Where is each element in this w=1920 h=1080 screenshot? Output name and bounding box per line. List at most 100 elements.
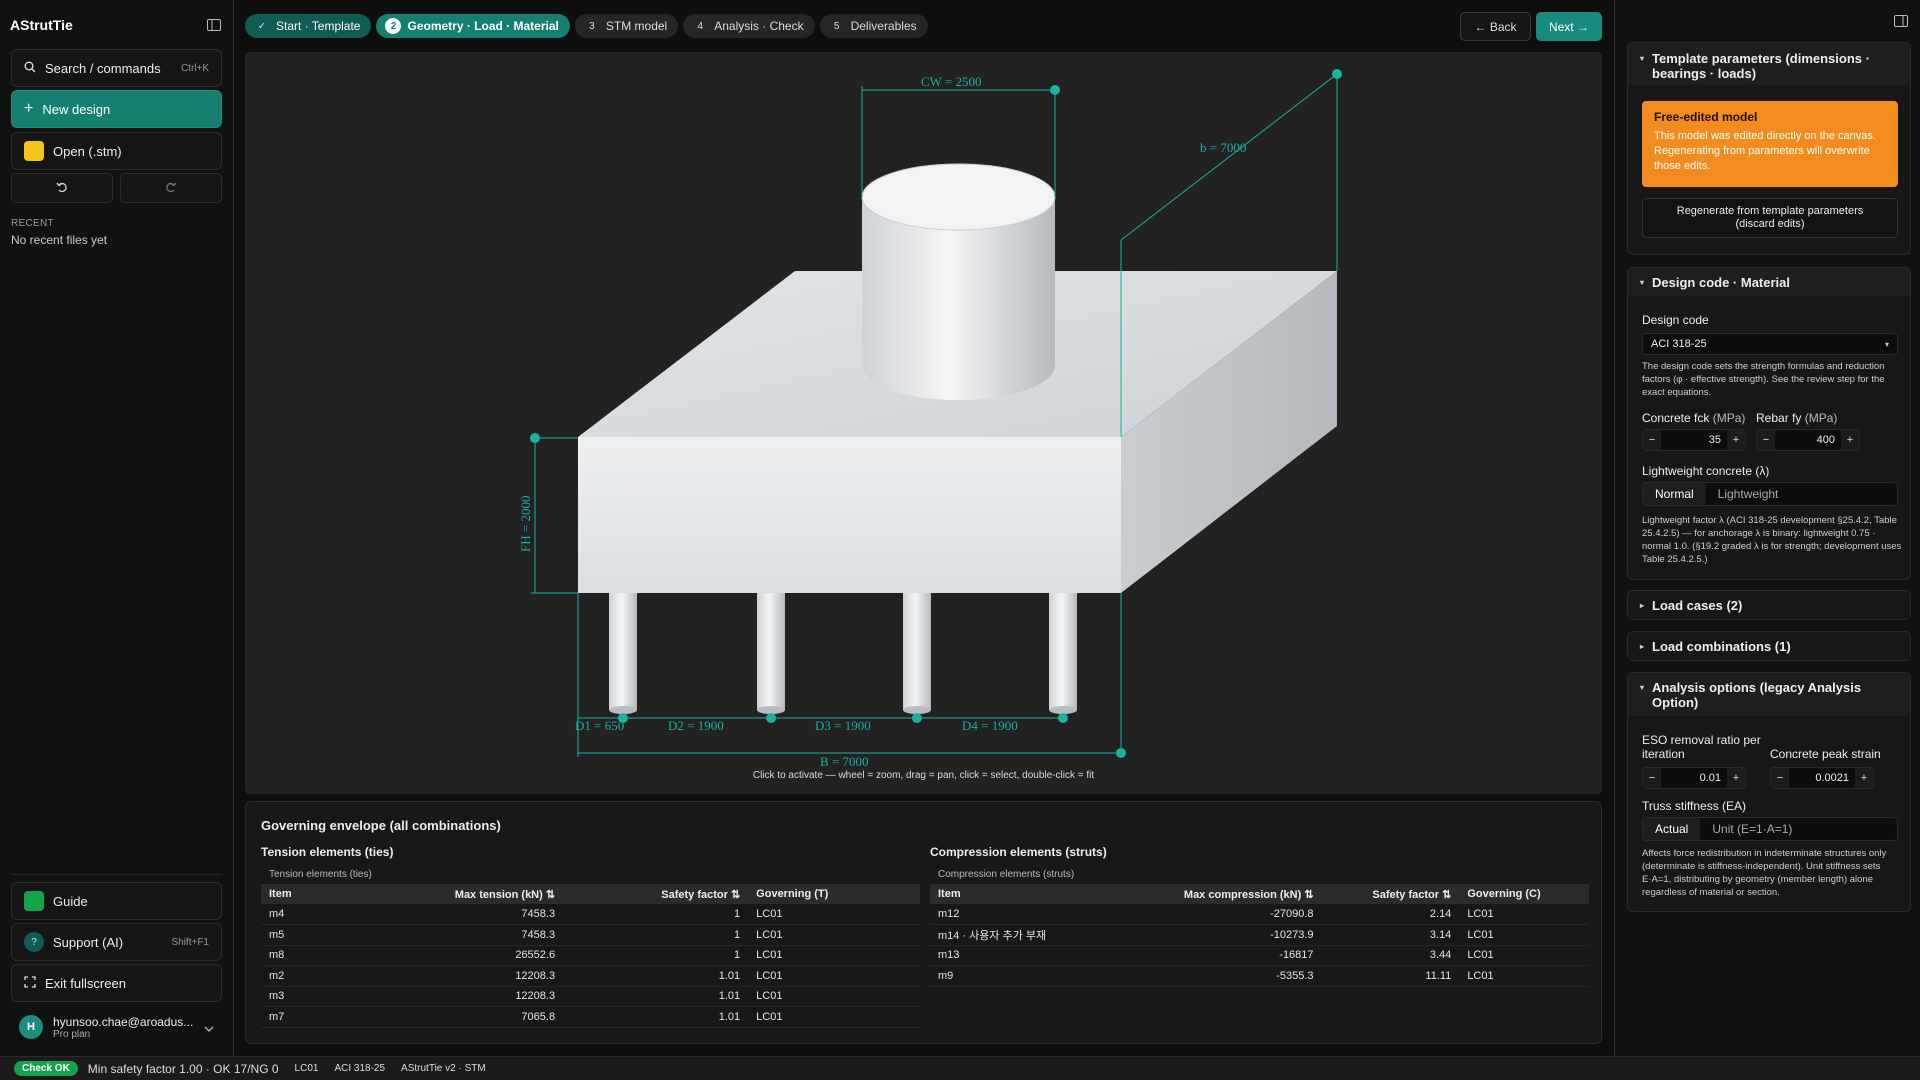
table-row[interactable]: m2 12208.3 1.01 LC01 bbox=[261, 965, 920, 987]
lightweight-normal-option[interactable]: Normal bbox=[1643, 483, 1706, 505]
open-file-button[interactable]: Open (.stm) bbox=[11, 132, 222, 170]
undo-button[interactable] bbox=[11, 173, 113, 203]
plus-icon[interactable]: + bbox=[1841, 430, 1859, 450]
panel-toggle-icon[interactable] bbox=[1894, 15, 1908, 30]
cell: LC01 bbox=[1459, 924, 1589, 946]
step-deliverables[interactable]: 5 Deliverables bbox=[819, 14, 928, 38]
new-design-button[interactable]: + New design bbox=[11, 90, 222, 128]
user-info: hyunsoo.chae@aroadus... Pro plan bbox=[53, 1015, 204, 1040]
cell: 7065.8 bbox=[336, 1006, 564, 1028]
plus-icon[interactable]: + bbox=[1855, 768, 1873, 788]
step-stm-model[interactable]: 3 STM model bbox=[574, 14, 679, 38]
plus-icon[interactable]: + bbox=[1727, 430, 1745, 450]
support-button[interactable]: ? Support (AI) Shift+F1 bbox=[11, 923, 222, 961]
cell: -10273.9 bbox=[1110, 924, 1322, 946]
table-row[interactable]: m12 -27090.8 2.14 LC01 bbox=[930, 904, 1589, 925]
table-row[interactable]: m5 7458.3 1 LC01 bbox=[261, 924, 920, 946]
fy-stepper[interactable]: −400 + bbox=[1756, 429, 1860, 451]
fy-unit: (MPa) bbox=[1804, 411, 1838, 425]
load-combinations-header[interactable]: ▸ Load combinations (1) bbox=[1628, 632, 1910, 660]
analysis-options-card: ▾ Analysis options (legacy Analysis Opti… bbox=[1627, 672, 1911, 912]
table-row[interactable]: m13 -16817 3.44 LC01 bbox=[930, 945, 1589, 966]
next-button[interactable]: Next → bbox=[1536, 12, 1602, 41]
step-analysis-check[interactable]: 4 Analysis · Check bbox=[683, 14, 815, 38]
col-safety-factor[interactable]: Safety factor ⇅ bbox=[1321, 884, 1460, 904]
design-code-header[interactable]: ▾ Design code · Material bbox=[1628, 268, 1910, 296]
step-number: 4 bbox=[697, 20, 703, 32]
piles[interactable] bbox=[609, 592, 1077, 714]
step-start-template[interactable]: ✓ Start · Template bbox=[245, 14, 372, 38]
eso-stepper[interactable]: −0.01 + bbox=[1642, 767, 1746, 789]
col-safety-factor[interactable]: Safety factor ⇅ bbox=[563, 884, 749, 904]
peak-strain-value[interactable]: 0.0021 bbox=[1789, 772, 1855, 784]
col-governing[interactable]: Governing (C) bbox=[1459, 884, 1589, 904]
stiffness-unit-option[interactable]: Unit (E=1·A=1) bbox=[1700, 818, 1804, 840]
design-code-label: Design code bbox=[1642, 313, 1709, 327]
model-canvas[interactable]: CW = 2500 b = 7000 FH = 2000 D1 = 650 D2… bbox=[245, 52, 1602, 794]
results-title: Governing envelope (all combinations) bbox=[261, 818, 501, 833]
footing-3d-view[interactable]: CW = 2500 b = 7000 FH = 2000 D1 = 650 D2… bbox=[245, 52, 1602, 794]
search-label: Search / commands bbox=[45, 60, 161, 76]
design-code-title: Design code · Material bbox=[1652, 274, 1790, 290]
col-max-tension[interactable]: Max tension (kN) ⇅ bbox=[336, 884, 564, 904]
design-code-select[interactable]: ACI 318-25 ▾ bbox=[1642, 333, 1898, 355]
fy-value[interactable]: 400 bbox=[1775, 434, 1841, 446]
cell: m4 bbox=[261, 904, 337, 925]
col-governing[interactable]: Governing (T) bbox=[748, 884, 920, 904]
truss-stiffness-toggle[interactable]: Actual Unit (E=1·A=1) bbox=[1642, 817, 1898, 841]
table-row[interactable]: m8 26552.6 1 LC01 bbox=[261, 945, 920, 966]
template-params-header[interactable]: ▾ Template parameters (dimensions · bear… bbox=[1628, 43, 1910, 85]
new-design-label: New design bbox=[42, 101, 111, 117]
table-row[interactable]: m3 12208.3 1.01 LC01 bbox=[261, 986, 920, 1007]
cell: m3 bbox=[261, 986, 337, 1007]
plus-icon: + bbox=[24, 100, 34, 117]
column[interactable] bbox=[861, 163, 1056, 400]
lightweight-toggle[interactable]: Normal Lightweight bbox=[1642, 482, 1898, 506]
exit-fullscreen-button[interactable]: Exit fullscreen bbox=[11, 964, 222, 1002]
open-file-label: Open (.stm) bbox=[53, 143, 122, 159]
help-icon: ? bbox=[24, 932, 44, 952]
guide-button[interactable]: Guide bbox=[11, 882, 222, 920]
minus-icon[interactable]: − bbox=[1757, 430, 1775, 450]
plus-icon[interactable]: + bbox=[1727, 768, 1745, 788]
table-row[interactable]: m14 · 사용자 추가 부재 -10273.9 3.14 LC01 bbox=[930, 924, 1589, 946]
col-item[interactable]: Item bbox=[930, 884, 1111, 904]
col-item[interactable]: Item bbox=[261, 884, 337, 904]
minus-icon[interactable]: − bbox=[1771, 768, 1789, 788]
load-cases-card[interactable]: ▸ Load cases (2) bbox=[1627, 590, 1911, 620]
col-max-compression[interactable]: Max compression (kN) ⇅ bbox=[1110, 884, 1322, 904]
caret-down-icon: ▾ bbox=[1640, 277, 1645, 287]
stiffness-actual-option[interactable]: Actual bbox=[1643, 818, 1701, 840]
sidebar-toggle-icon[interactable] bbox=[205, 16, 223, 34]
step-label: Geometry · Load · Material bbox=[407, 19, 559, 33]
warning-body: This model was edited directly on the ca… bbox=[1654, 130, 1876, 172]
regenerate-button[interactable]: Regenerate from template parameters (dis… bbox=[1642, 198, 1898, 238]
minus-icon[interactable]: − bbox=[1643, 430, 1661, 450]
load-cases-header[interactable]: ▸ Load cases (2) bbox=[1628, 591, 1910, 619]
peak-strain-stepper[interactable]: −0.0021 + bbox=[1770, 767, 1874, 789]
analysis-options-header[interactable]: ▾ Analysis options (legacy Analysis Opti… bbox=[1628, 673, 1910, 716]
lightweight-lightweight-option[interactable]: Lightweight bbox=[1706, 483, 1791, 505]
load-combinations-card[interactable]: ▸ Load combinations (1) bbox=[1627, 631, 1911, 661]
template-params-card: ▾ Template parameters (dimensions · bear… bbox=[1627, 42, 1911, 255]
cell: LC01 bbox=[748, 924, 920, 946]
cell: 1.01 bbox=[563, 1006, 749, 1028]
fck-value[interactable]: 35 bbox=[1661, 434, 1727, 446]
table-row[interactable]: m7 7065.8 1.01 LC01 bbox=[261, 1006, 920, 1028]
fck-unit: (MPa) bbox=[1712, 411, 1746, 425]
dim-d3: D3 = 1900 bbox=[815, 718, 871, 733]
search-button[interactable]: Search / commands Ctrl+K bbox=[11, 49, 222, 87]
back-button[interactable]: ← Back bbox=[1460, 12, 1531, 41]
chevron-down-icon bbox=[204, 1020, 214, 1035]
redo-button[interactable] bbox=[120, 173, 222, 203]
step-geometry-load-material[interactable]: 2 Geometry · Load · Material bbox=[376, 14, 570, 38]
eso-value[interactable]: 0.01 bbox=[1661, 772, 1727, 784]
user-menu[interactable]: H hyunsoo.chae@aroadus... Pro plan bbox=[11, 1008, 222, 1046]
table-row[interactable]: m9 -5355.3 11.11 LC01 bbox=[930, 965, 1589, 987]
step-label: Analysis · Check bbox=[714, 19, 804, 33]
cell: 12208.3 bbox=[336, 965, 564, 987]
minus-icon[interactable]: − bbox=[1643, 768, 1661, 788]
cell: LC01 bbox=[1459, 965, 1589, 987]
table-row[interactable]: m4 7458.3 1 LC01 bbox=[261, 904, 920, 925]
fck-stepper[interactable]: −35 + bbox=[1642, 429, 1746, 451]
